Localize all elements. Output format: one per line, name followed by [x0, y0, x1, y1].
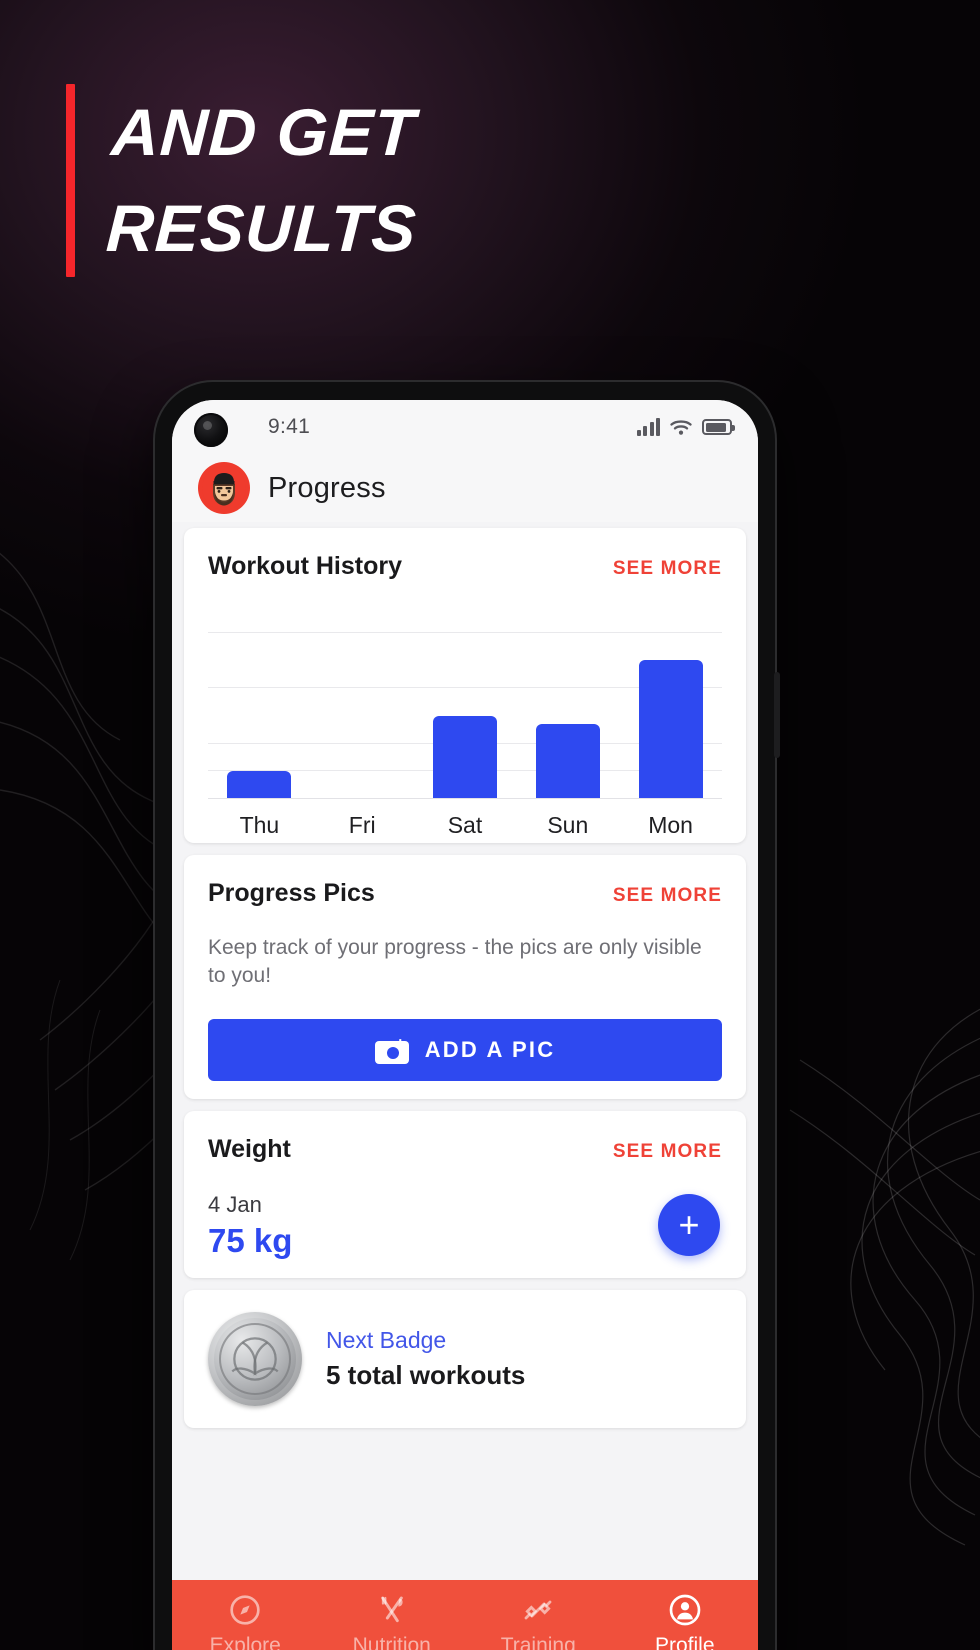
- dumbbell-icon: [522, 1594, 554, 1626]
- nav-item-label: Profile: [654, 1634, 715, 1650]
- weight-body: 4 Jan 75 kg: [208, 1192, 722, 1260]
- medal-pattern: [231, 1337, 279, 1382]
- weight-header: Weight SEE MORE: [208, 1135, 722, 1164]
- chart-bar[interactable]: [535, 724, 600, 799]
- progress-pics-title: Progress Pics: [208, 879, 375, 907]
- nav-item-label: Explore: [209, 1634, 281, 1650]
- bearded-face-icon: [202, 466, 246, 510]
- add-weight-button[interactable]: +: [658, 1194, 720, 1257]
- weight-value: 75 kg: [208, 1222, 293, 1260]
- plus-icon: +: [678, 1204, 700, 1246]
- promo-headline-block: AND GET RESULTS: [66, 84, 419, 277]
- chart-column: [208, 605, 311, 799]
- weight-see-more[interactable]: SEE MORE: [613, 1141, 722, 1163]
- cellular-signal-icon: [636, 418, 660, 436]
- cutlery-icon: [376, 1594, 408, 1626]
- chart-column: [311, 605, 414, 799]
- status-bar: 9:41: [172, 400, 758, 454]
- chart-bar[interactable]: [432, 715, 497, 799]
- nav-item-label: Training: [500, 1634, 576, 1650]
- wifi-icon: [670, 420, 692, 435]
- app-bar: Progress: [172, 454, 758, 522]
- workout-history-see-more[interactable]: SEE MORE: [613, 558, 722, 580]
- scroll-content[interactable]: Workout History SEE MORE Thu Fri Sat Sun Mon…: [172, 522, 758, 1650]
- chart-x-label: Mon: [648, 812, 693, 838]
- card-weight: Weight SEE MORE 4 Jan 75 kg +: [184, 1111, 746, 1279]
- phone-screen: 9:41 Progress Workout History SEE MORE T…: [172, 400, 758, 1650]
- card-progress-pics: Progress Pics SEE MORE Keep track of you…: [184, 855, 746, 1100]
- promo-screenshot: AND GET RESULTS 9:41 Progress Workout Hi…: [0, 0, 980, 1650]
- front-camera-icon: [194, 413, 228, 447]
- chart-column: [516, 605, 619, 799]
- nav-item-nutrition[interactable]: Nutrition: [319, 1594, 466, 1650]
- workout-history-chart: Thu Fri Sat Sun Mon: [208, 605, 722, 838]
- chart-column: [619, 605, 722, 799]
- silver-medal-icon: [208, 1312, 302, 1407]
- chart-x-label: Sun: [547, 812, 589, 838]
- compass-icon: [229, 1594, 261, 1626]
- page-title: Progress: [268, 471, 386, 504]
- chart-x-label: Fri: [348, 812, 376, 838]
- nav-item-training[interactable]: Training: [465, 1594, 612, 1650]
- chart-x-labels: Thu Fri Sat Sun Mon: [208, 812, 722, 839]
- weight-date: 4 Jan: [208, 1192, 262, 1218]
- person-icon: [669, 1594, 701, 1626]
- chart-bars: [208, 605, 722, 799]
- chart-axis: [208, 798, 722, 799]
- status-clock: 9:41: [268, 415, 311, 438]
- chart-bar[interactable]: [638, 660, 703, 799]
- badge-text: Next Badge 5 total workouts: [326, 1327, 525, 1391]
- add-a-pic-button[interactable]: + ADD A PIC: [208, 1019, 722, 1082]
- weight-title: Weight: [208, 1135, 291, 1164]
- nav-item-label: Nutrition: [352, 1634, 431, 1650]
- promo-headline-text: AND GET RESULTS: [104, 95, 419, 266]
- battery-icon: [702, 419, 735, 435]
- bottom-navigation[interactable]: Explore Nutrition Training Profile: [172, 1580, 758, 1650]
- progress-pics-description: Keep track of your progress - the pics a…: [208, 936, 702, 987]
- progress-pics-header: Progress Pics SEE MORE: [208, 879, 722, 908]
- card-next-badge: Next Badge 5 total workouts: [184, 1290, 746, 1429]
- chart-bar[interactable]: [227, 771, 292, 799]
- phone-mockup: 9:41 Progress Workout History SEE MORE T…: [155, 382, 780, 1650]
- nav-item-explore[interactable]: Explore: [172, 1594, 319, 1650]
- status-icons: [636, 418, 735, 436]
- workout-history-header: Workout History SEE MORE: [208, 552, 722, 581]
- chart-x-label: Thu: [239, 812, 280, 838]
- chart-column: [414, 605, 517, 799]
- card-workout-history: Workout History SEE MORE Thu Fri Sat Sun Mon: [184, 528, 746, 843]
- avatar[interactable]: [198, 462, 250, 514]
- workout-history-title: Workout History: [208, 552, 402, 580]
- nav-item-profile[interactable]: Profile: [612, 1594, 759, 1650]
- add-photo-icon: +: [374, 1035, 409, 1064]
- next-badge-label[interactable]: Next Badge: [326, 1327, 525, 1354]
- progress-pics-see-more[interactable]: SEE MORE: [613, 885, 722, 907]
- accent-bar: [66, 84, 75, 277]
- add-a-pic-label: ADD A PIC: [424, 1037, 556, 1063]
- badge-requirement: 5 total workouts: [326, 1360, 526, 1391]
- chart-x-label: Sat: [447, 812, 483, 838]
